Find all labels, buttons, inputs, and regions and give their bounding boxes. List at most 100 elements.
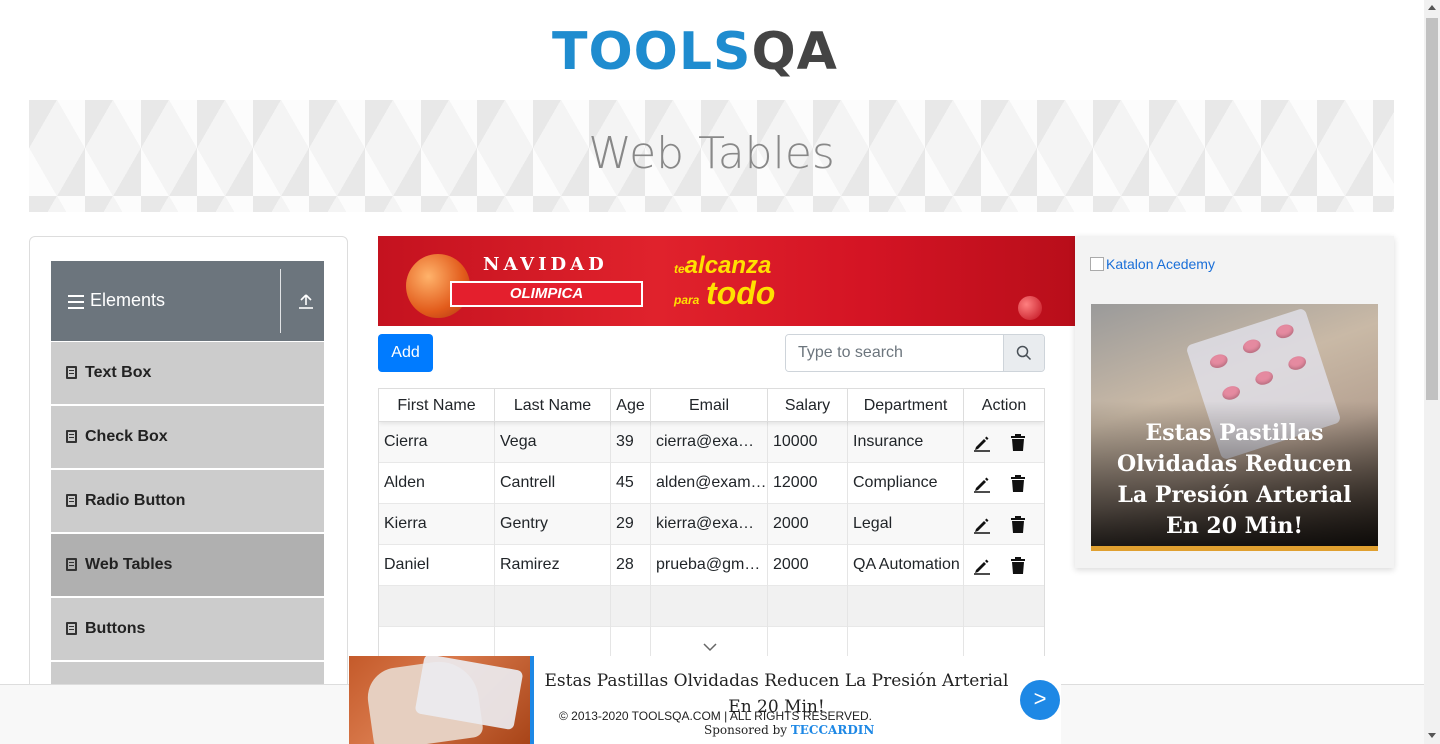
chevron-down-icon[interactable]: [702, 642, 718, 652]
sidebar-item-check-box[interactable]: Check Box: [51, 405, 324, 469]
cell-salary: 2000: [768, 545, 848, 586]
footer-sponsor: Sponsored by TECCARDIN: [704, 723, 874, 737]
ad-tagline-main2: todo: [706, 275, 776, 311]
delete-icon[interactable]: [1010, 474, 1026, 493]
broken-image-icon: [1090, 257, 1104, 271]
sidebar-item-radio-button[interactable]: Radio Button: [51, 469, 324, 533]
ad-headline: Estas Pastillas Olvidadas Reducen La Pre…: [1116, 420, 1353, 539]
table-row: Kierra Gentry 29 kierra@example.com 2000…: [379, 504, 1044, 545]
column-header-first-name[interactable]: First Name: [379, 389, 495, 422]
column-header-age[interactable]: Age: [611, 389, 651, 422]
scroll-thumb[interactable]: [1426, 18, 1438, 400]
logo-text-qa: QA: [751, 22, 838, 82]
collapse-upload-icon[interactable]: [297, 293, 315, 311]
ornament-ball-decoration: [1018, 296, 1042, 320]
cell-department: Legal: [848, 504, 964, 545]
cell-age: 29: [611, 504, 651, 545]
sidebar-item-web-tables[interactable]: Web Tables: [51, 533, 324, 597]
edit-icon[interactable]: [973, 516, 991, 534]
sponsor-prefix: Sponsored by: [704, 723, 791, 737]
ad-next-button[interactable]: >: [1020, 680, 1060, 720]
ad-sidebar-right[interactable]: Katalon Acedemy Estas Pastillas Olvidada…: [1075, 236, 1394, 568]
search-icon: [1016, 345, 1032, 361]
sidebar-menu: Text Box Check Box Radio Button Web Tabl…: [51, 341, 324, 725]
ad-accent-bar: [530, 656, 534, 744]
list-icon: [66, 558, 77, 571]
ad-banner-olimpica[interactable]: NAVIDAD OLIMPICA tealcanza para todo: [378, 236, 1075, 326]
ad-tagline-small2: para: [674, 293, 700, 307]
sidebar-item-label: Web Tables: [85, 556, 173, 573]
ad-image[interactable]: Estas Pastillas Olvidadas Reducen La Pre…: [1091, 304, 1378, 551]
logo-text: TOOLSQA: [552, 22, 838, 82]
ad-bottom-image: [349, 656, 530, 744]
edit-icon[interactable]: [973, 475, 991, 493]
list-icon: [66, 430, 77, 443]
cell-first-name: Alden: [379, 463, 495, 504]
cell-last-name: Vega: [495, 422, 611, 463]
search-input[interactable]: [786, 335, 1004, 371]
page-scrollbar[interactable]: [1424, 0, 1440, 744]
column-header-salary[interactable]: Salary: [768, 389, 848, 422]
list-icon: [66, 366, 77, 379]
column-header-department[interactable]: Department: [848, 389, 964, 422]
table-row: Alden Cantrell 45 alden@example.com 1200…: [379, 463, 1044, 504]
sidebar-item-label: Buttons: [85, 620, 146, 637]
ad-accent-bar: [1091, 546, 1378, 551]
edit-icon[interactable]: [973, 434, 991, 452]
cell-salary: 10000: [768, 422, 848, 463]
katalon-academy-link[interactable]: Katalon Acedemy: [1090, 256, 1215, 272]
cell-email: kierra@example.com: [651, 504, 768, 545]
add-button[interactable]: Add: [378, 334, 433, 372]
toolsqa-logo[interactable]: TOOLSQA: [552, 14, 878, 92]
cell-department: Compliance: [848, 463, 964, 504]
cell-last-name: Ramirez: [495, 545, 611, 586]
cell-action: [964, 422, 1044, 463]
sidebar-item-buttons[interactable]: Buttons: [51, 597, 324, 661]
cell-age: 28: [611, 545, 651, 586]
cell-first-name: Kierra: [379, 504, 495, 545]
search-button[interactable]: [1003, 335, 1044, 371]
ad-brand: OLIMPICA: [450, 281, 643, 307]
scroll-up-arrow-icon[interactable]: [1428, 5, 1436, 10]
delete-icon[interactable]: [1010, 556, 1026, 575]
cell-first-name: Daniel: [379, 545, 495, 586]
sidebar-item-label: Check Box: [85, 428, 168, 445]
list-icon: [66, 622, 77, 635]
cell-age: 45: [611, 463, 651, 504]
search-box: [785, 334, 1045, 372]
table-row-empty: [379, 586, 1044, 627]
sidebar-group-elements[interactable]: Elements: [51, 261, 324, 341]
ad-tagline: tealcanza para todo: [674, 254, 775, 312]
cell-salary: 12000: [768, 463, 848, 504]
cell-department: QA Automation: [848, 545, 964, 586]
cell-salary: 2000: [768, 504, 848, 545]
edit-icon[interactable]: [973, 557, 991, 575]
list-icon: [66, 494, 77, 507]
sidebar-group-label: Elements: [90, 290, 166, 310]
column-header-email[interactable]: Email: [651, 389, 768, 422]
sidebar-item-label: Radio Button: [85, 492, 186, 509]
cell-email: cierra@example.com: [651, 422, 768, 463]
sidebar-item-text-box[interactable]: Text Box: [51, 341, 324, 405]
cell-last-name: Cantrell: [495, 463, 611, 504]
table-header: First Name Last Name Age Email Salary De…: [379, 389, 1044, 422]
ad-tagline-small: te: [674, 262, 685, 276]
katalon-academy-alt: Katalon Acedemy: [1106, 256, 1215, 272]
column-header-last-name[interactable]: Last Name: [495, 389, 611, 422]
sidebar-group-divider: [280, 269, 281, 333]
sponsor-link[interactable]: TECCARDIN: [791, 723, 874, 737]
cell-age: 39: [611, 422, 651, 463]
cell-first-name: Cierra: [379, 422, 495, 463]
delete-icon[interactable]: [1010, 433, 1026, 452]
logo-text-main: TOOLS: [552, 22, 752, 82]
cell-email: prueba@gmail.com: [651, 545, 768, 586]
table-row: Cierra Vega 39 cierra@example.com 10000 …: [379, 422, 1044, 463]
scroll-down-arrow-icon[interactable]: [1428, 733, 1436, 738]
hamburger-icon: [68, 295, 84, 309]
cell-action: [964, 463, 1044, 504]
delete-icon[interactable]: [1010, 515, 1026, 534]
page-banner: Web Tables: [29, 100, 1394, 212]
footer-copyright: © 2013-2020 TOOLSQA.COM | ALL RIGHTS RES…: [559, 709, 872, 723]
cell-last-name: Gentry: [495, 504, 611, 545]
ad-headline: NAVIDAD: [483, 254, 608, 275]
